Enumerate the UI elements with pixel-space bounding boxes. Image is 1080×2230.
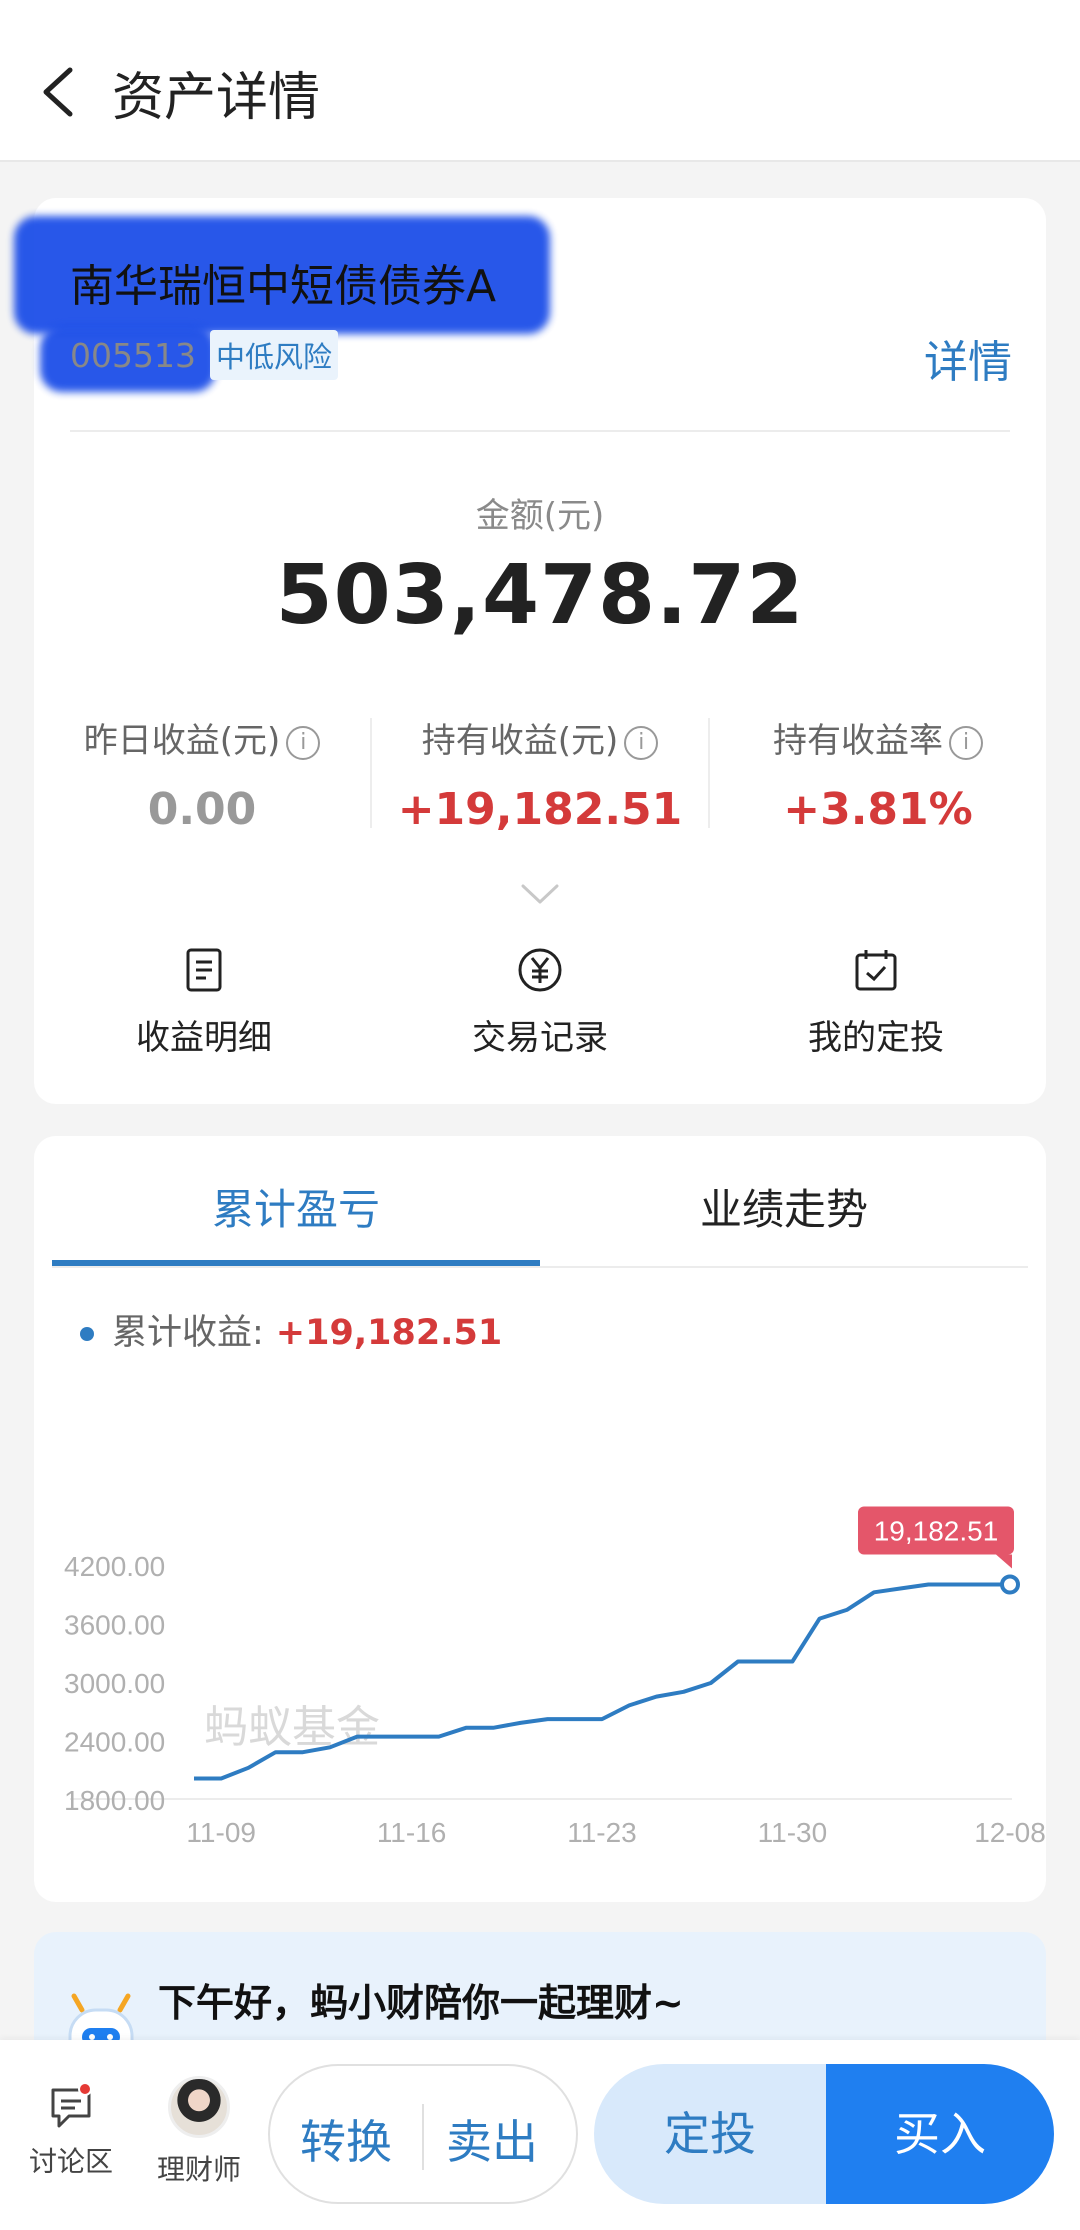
stat-value: +3.81%: [783, 784, 973, 835]
nav-label: 理财师: [156, 2153, 241, 2186]
advisor-nav[interactable]: 理财师: [144, 2076, 254, 2188]
tooltip-value: 19,182.51: [874, 1516, 999, 1547]
chevron-down-icon[interactable]: [520, 882, 560, 906]
x-tick-label: 11-23: [567, 1817, 637, 1848]
stat-label: 昨日收益(元): [83, 721, 281, 761]
x-tick-label: 11-30: [758, 1817, 828, 1848]
y-tick-label: 3600.00: [64, 1610, 165, 1641]
series-line: [194, 1582, 1010, 1781]
invest-buy-group: 定投 买入: [594, 2064, 1054, 2204]
stat-label: 持有收益(元): [421, 721, 619, 761]
tab-performance-trend[interactable]: 业绩走势: [540, 1176, 1028, 1237]
top-bar: 资产详情: [0, 0, 1080, 162]
info-icon[interactable]: i: [949, 725, 983, 760]
y-tick-label: 4200.00: [64, 1551, 165, 1582]
greeting-text: 下午好，蚂小财陪你一起理财~: [158, 1981, 684, 2025]
my-auto-invest-button[interactable]: 我的定投: [726, 946, 1026, 1059]
stat-value: +19,182.51: [397, 784, 683, 835]
asset-summary-card: 南华瑞恒中短债债券A 005513 中低风险 详情 金额(元) 503,478.…: [14, 198, 1046, 1104]
advisor-avatar: [168, 2076, 230, 2138]
x-tick-label: 12-08: [974, 1817, 1046, 1848]
risk-level-badge: 中低风险: [210, 330, 339, 380]
auto-invest-button[interactable]: 定投: [594, 2064, 826, 2204]
yen-circle-icon: [518, 948, 562, 992]
fund-code: 005513: [70, 336, 196, 375]
chart-tabs: 累计盈亏 业绩走势: [52, 1136, 1028, 1268]
info-icon[interactable]: i: [624, 725, 659, 760]
convert-sell-group: 转换 卖出: [268, 2064, 578, 2204]
amount-value: 503,478.72: [275, 548, 805, 643]
x-tick-label: 11-16: [377, 1817, 447, 1848]
notification-dot: [78, 2082, 92, 2096]
active-tab-indicator: [52, 1260, 540, 1266]
watermark: 蚂蚁基金: [204, 1702, 380, 1753]
divider: [70, 430, 1010, 432]
sell-button[interactable]: 卖出: [446, 2106, 538, 2172]
buy-button[interactable]: 买入: [826, 2064, 1054, 2204]
action-label: 交易记录: [472, 1018, 608, 1058]
action-label: 收益明细: [136, 1018, 272, 1058]
tooltip-pointer: [996, 1554, 1012, 1569]
x-tick-label: 11-09: [186, 1817, 256, 1848]
divider: [422, 2104, 424, 2170]
action-label: 我的定投: [808, 1018, 944, 1058]
performance-card: 累计盈亏 业绩走势 累计收益: +19,182.51 4200.00 3600.00…: [34, 1136, 1046, 1902]
stat-value: 0.00: [147, 784, 257, 835]
last-point-marker: [1000, 1574, 1020, 1595]
nav-label: 讨论区: [28, 2145, 113, 2178]
bottom-action-bar: 讨论区 理财师 转换 卖出 定投 买入: [0, 2040, 1080, 2230]
y-tick-label: 1800.00: [64, 1785, 165, 1816]
y-tick-label: 3000.00: [64, 1668, 165, 1699]
holding-earnings: 持有收益(元) i +19,182.51: [372, 713, 708, 835]
cumulative-earnings-chart[interactable]: 4200.00 3600.00 3000.00 2400.00 1800.00 11-09…: [34, 1336, 1046, 1876]
back-arrow-icon[interactable]: [34, 62, 84, 122]
fund-detail-link[interactable]: 详情: [924, 326, 1012, 390]
amount-label: 金额(元): [475, 496, 605, 536]
earnings-detail-button[interactable]: 收益明细: [54, 946, 354, 1059]
fund-name: 南华瑞恒中短债债券A: [70, 261, 497, 312]
holding-return-rate: 持有收益率 i +3.81%: [710, 713, 1046, 835]
info-icon[interactable]: i: [286, 725, 321, 760]
convert-button[interactable]: 转换: [300, 2106, 392, 2172]
calendar-check-icon: [855, 950, 897, 991]
discussion-nav[interactable]: 讨论区: [16, 2082, 126, 2180]
page-title: 资产详情: [112, 68, 321, 128]
transaction-history-button[interactable]: 交易记录: [390, 946, 690, 1059]
tab-cumulative-pnl[interactable]: 累计盈亏: [52, 1176, 540, 1237]
document-icon: [186, 948, 222, 992]
stat-label: 持有收益率: [773, 721, 943, 761]
y-tick-label: 2400.00: [64, 1727, 165, 1758]
yesterday-earnings: 昨日收益(元) i 0.00: [34, 713, 370, 835]
